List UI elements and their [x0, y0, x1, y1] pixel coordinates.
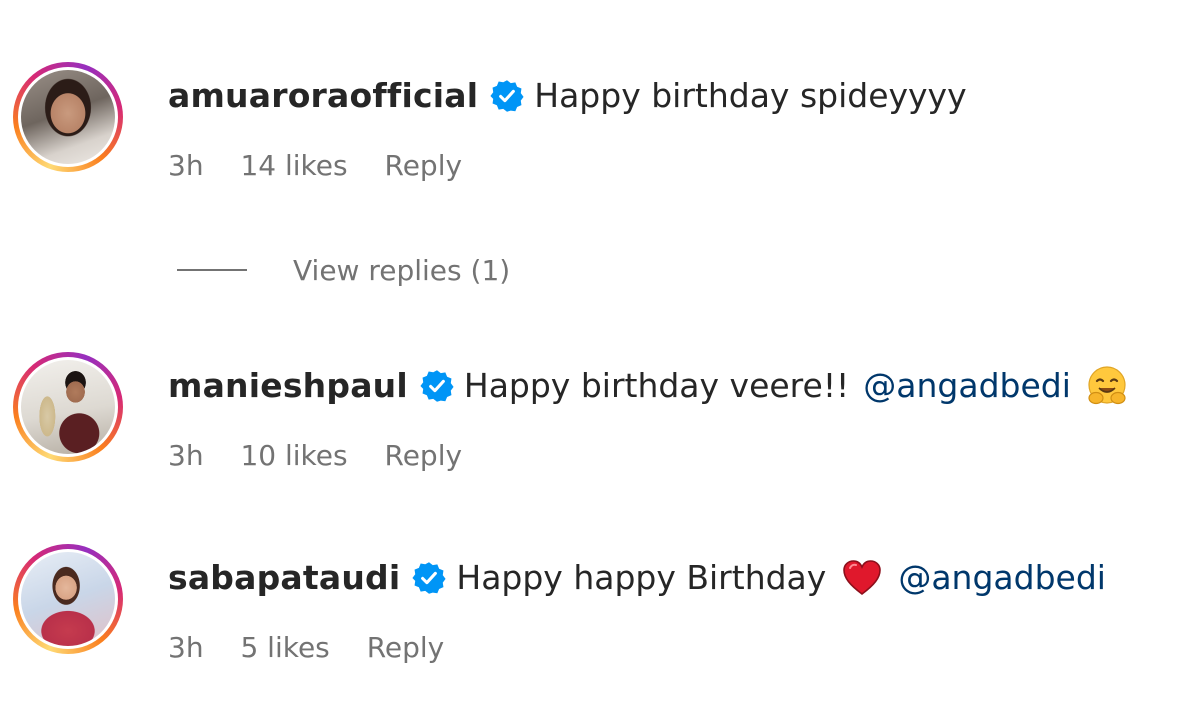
comment-meta: 3h 5 likes Reply — [168, 630, 472, 666]
view-replies-label: View replies (1) — [293, 253, 511, 287]
comment-meta: 3h 14 likes Reply — [168, 148, 490, 184]
comment-main-line: sabapataudi Happy happy Birthday @angadb… — [168, 556, 1106, 600]
comment-main-line: manieshpaul Happy birthday veere!! @anga… — [168, 364, 1129, 408]
avatar — [21, 552, 115, 646]
comment-text: Happy happy Birthday — [456, 558, 827, 597]
avatar — [21, 70, 115, 164]
avatar-frame — [18, 549, 118, 649]
comment-meta: 3h 10 likes Reply — [168, 438, 490, 474]
avatar-story-ring[interactable] — [13, 544, 123, 654]
red-heart-emoji-icon — [843, 560, 882, 596]
reply-button[interactable]: Reply — [385, 149, 463, 182]
comment-likes[interactable]: 10 likes — [240, 439, 347, 472]
comment-likes[interactable]: 5 likes — [240, 631, 329, 664]
mention-link[interactable]: @angadbedi — [863, 364, 1071, 408]
comment-time: 3h — [168, 439, 204, 472]
comment-likes[interactable]: 14 likes — [240, 149, 347, 182]
comment-text: Happy birthday veere!! — [463, 366, 850, 405]
verified-badge-icon — [420, 370, 454, 402]
mention-link[interactable]: @angadbedi — [898, 556, 1106, 600]
avatar-frame — [18, 67, 118, 167]
view-replies-divider — [177, 269, 247, 271]
comment-username[interactable]: sabapataudi — [168, 556, 400, 600]
avatar — [21, 360, 115, 454]
avatar-story-ring[interactable] — [13, 62, 123, 172]
avatar-story-ring[interactable] — [13, 352, 123, 462]
comment-username[interactable]: amuaroraofficial — [168, 74, 478, 118]
reply-button[interactable]: Reply — [367, 631, 445, 664]
comment-main-line: amuaroraofficial Happy birthday spideyyy… — [168, 74, 967, 118]
view-replies-button[interactable]: View replies (1) — [177, 250, 510, 290]
verified-badge-icon — [490, 80, 524, 112]
comment-time: 3h — [168, 631, 204, 664]
verified-badge-icon — [412, 562, 446, 594]
reply-button[interactable]: Reply — [385, 439, 463, 472]
comment-text: Happy birthday spideyyyy — [534, 76, 967, 115]
hugging-face-emoji-icon — [1088, 366, 1126, 405]
comment-username[interactable]: manieshpaul — [168, 364, 408, 408]
comment-time: 3h — [168, 149, 204, 182]
avatar-frame — [18, 357, 118, 457]
